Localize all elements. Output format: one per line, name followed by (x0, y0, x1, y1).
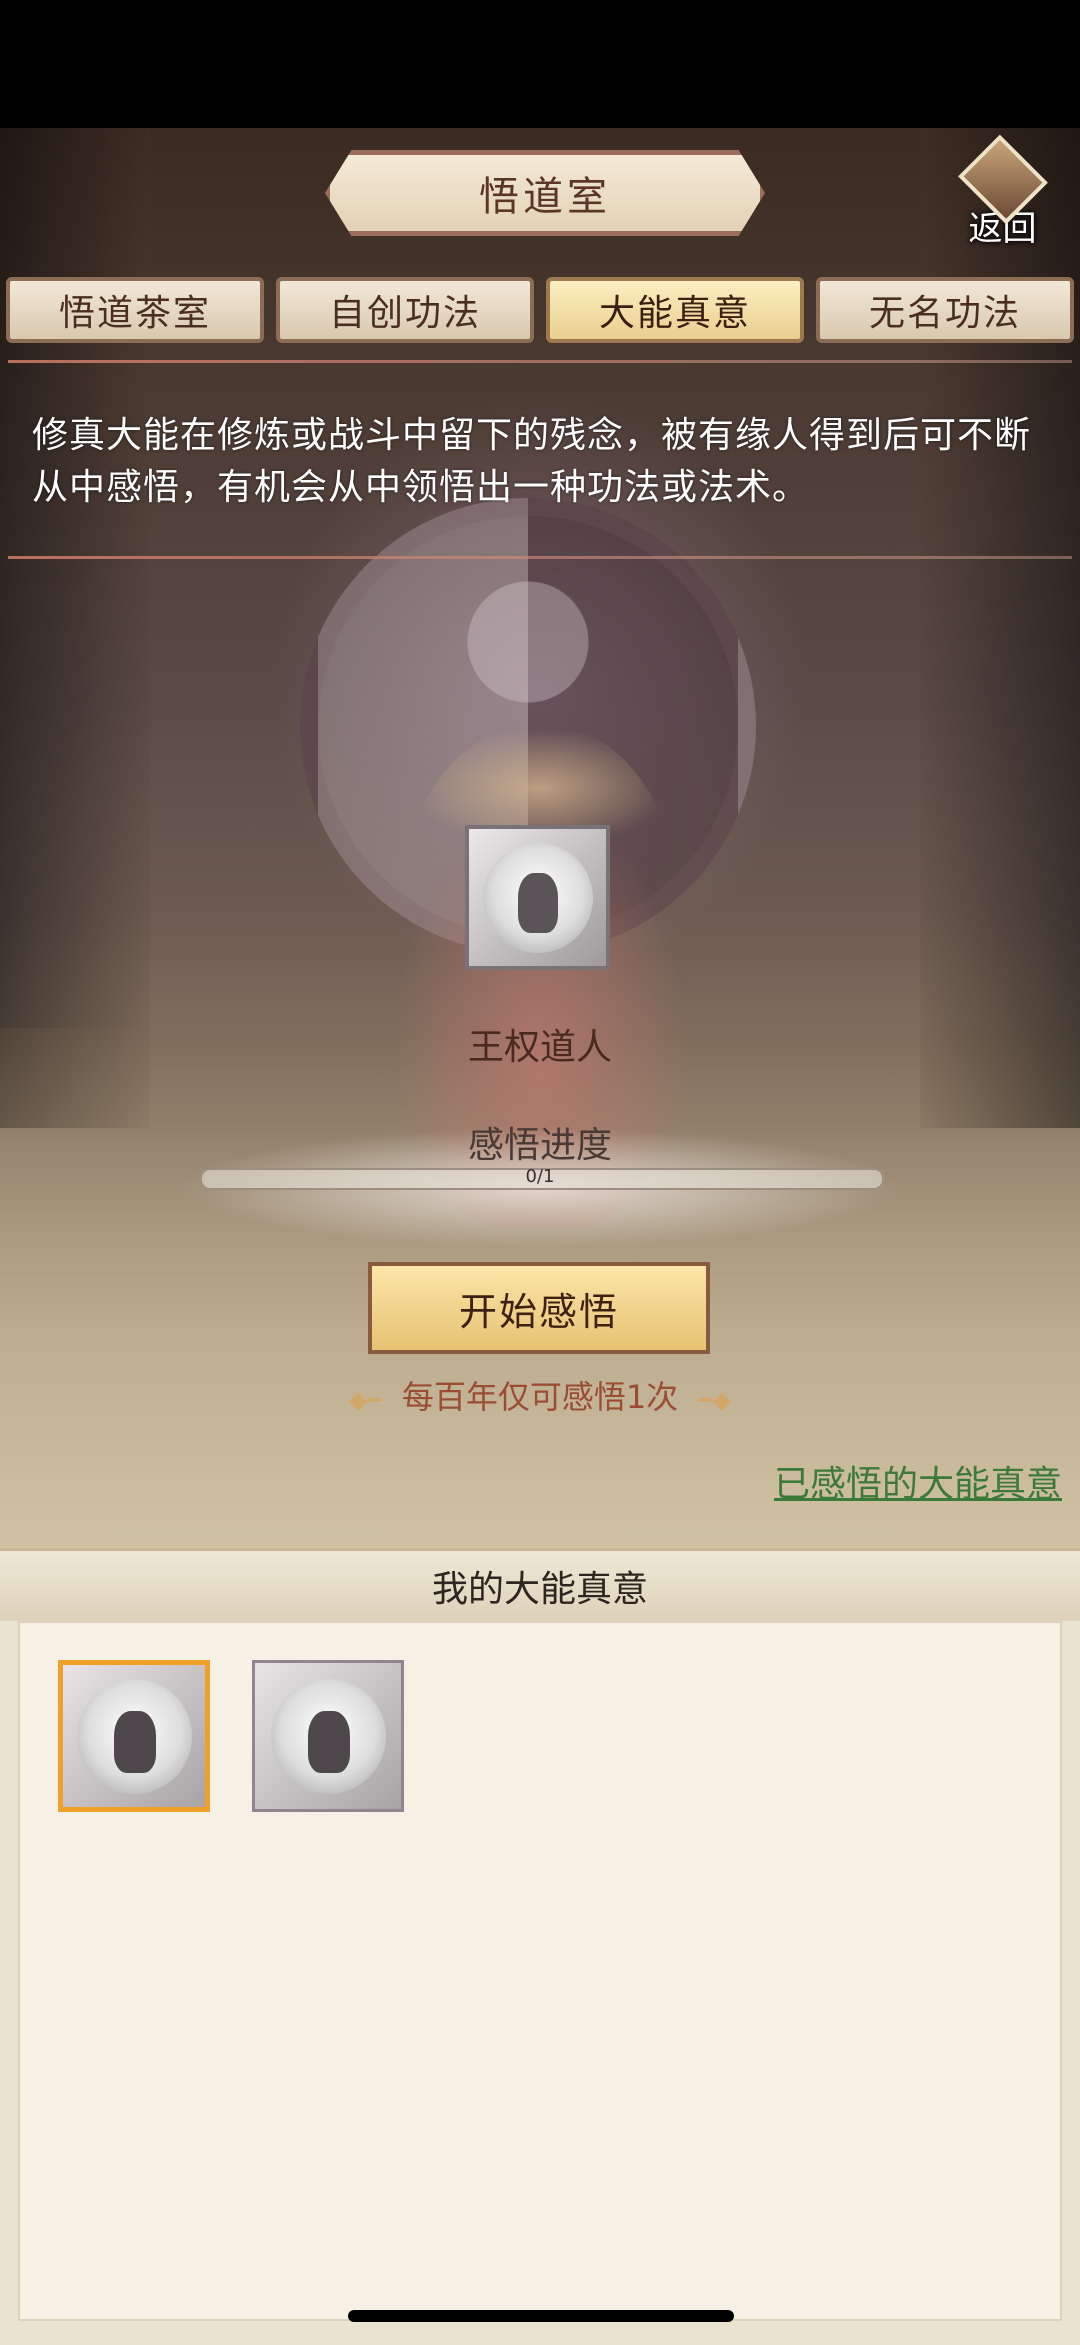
page-title-text: 悟道室 (479, 174, 611, 220)
meditating-figure-icon (270, 1678, 386, 1794)
page-title: 悟道室 (325, 150, 765, 236)
tab-label: 大能真意 (598, 293, 751, 334)
tab-nameless-arts[interactable]: 无名功法 (816, 277, 1074, 343)
start-comprehend-button[interactable]: 开始感悟 (368, 1262, 710, 1354)
tab-self-created[interactable]: 自创功法 (276, 277, 534, 343)
tab-master-will[interactable]: 大能真意 (546, 277, 804, 343)
tab-label: 自创功法 (328, 293, 481, 334)
master-will-icon[interactable] (465, 825, 610, 970)
divider (8, 556, 1072, 559)
comprehended-list-link[interactable]: 已感悟的大能真意 (774, 1455, 1062, 1507)
status-bar (0, 0, 1080, 128)
tab-label: 无名功法 (868, 293, 1021, 334)
limit-note: ◆━ 每百年仅可感悟1次 ━◆ (0, 1372, 1080, 1418)
character-name: 王权道人 (467, 1027, 612, 1068)
tab-tea-room[interactable]: 悟道茶室 (6, 277, 264, 343)
will-slot[interactable] (58, 1660, 210, 1812)
home-indicator[interactable] (348, 2310, 734, 2322)
progress-label: 感悟进度 (467, 1125, 612, 1166)
divider (8, 360, 1072, 363)
panel-header: 我的大能真意 (0, 1551, 1080, 1621)
description-text: 修真大能在修炼或战斗中留下的残念，被有缘人得到后可不断从中感悟，有机会从中领悟出… (32, 415, 1032, 508)
will-slot[interactable] (252, 1660, 404, 1812)
limit-note-text: 每百年仅可感悟1次 (401, 1378, 679, 1416)
tab-bar: 悟道茶室 自创功法 大能真意 无名功法 (6, 277, 1074, 347)
back-button[interactable]: 返回 (950, 134, 1055, 250)
panel-title: 我的大能真意 (431, 1569, 648, 1610)
progress-text: 0/1 (525, 1166, 555, 1187)
meditating-figure-icon (482, 842, 593, 953)
left-ornament-icon: ◆━ (348, 1386, 382, 1414)
right-ornament-icon: ━◆ (698, 1386, 732, 1414)
tab-label: 悟道茶室 (58, 293, 211, 334)
meditating-figure-icon (76, 1678, 192, 1794)
start-button-label: 开始感悟 (458, 1289, 619, 1334)
